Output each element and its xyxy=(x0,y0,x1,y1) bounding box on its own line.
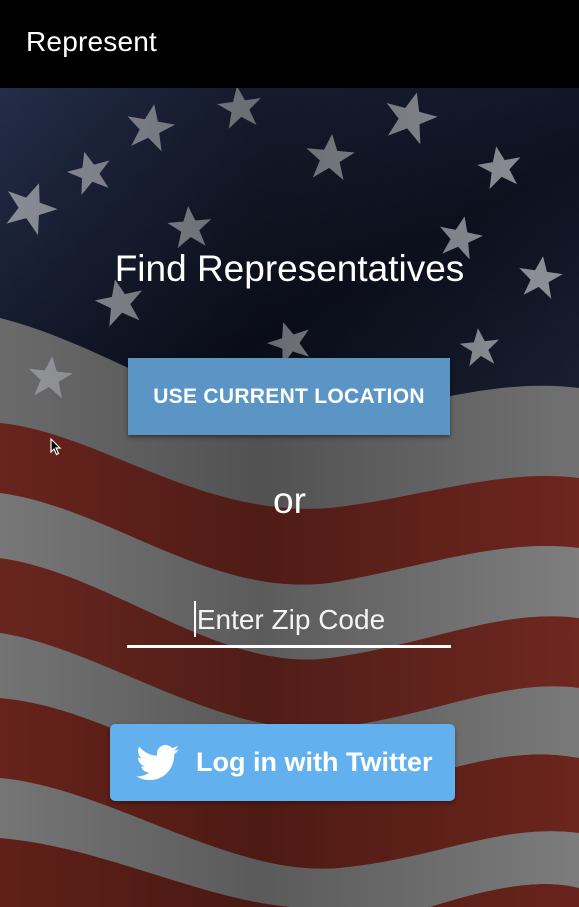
use-current-location-button[interactable]: USE CURRENT LOCATION xyxy=(128,358,450,435)
twitter-login-button[interactable]: Log in with Twitter xyxy=(110,724,455,801)
zip-code-input[interactable] xyxy=(127,593,455,647)
mouse-pointer-icon xyxy=(50,438,62,456)
zip-code-field[interactable] xyxy=(127,593,455,648)
page-heading: Find Representatives xyxy=(114,248,465,289)
or-separator: or xyxy=(273,480,306,521)
app-bar: Represent xyxy=(0,0,579,88)
twitter-login-label: Log in with Twitter xyxy=(196,747,433,777)
twitter-bird-icon xyxy=(136,744,179,780)
text-caret xyxy=(194,601,196,637)
find-representatives-panel: Find Representatives USE CURRENT LOCATIO… xyxy=(0,88,579,907)
app-title: Represent xyxy=(26,26,157,57)
app-screen: Represent Find Representatives USE CURRE… xyxy=(0,0,579,907)
